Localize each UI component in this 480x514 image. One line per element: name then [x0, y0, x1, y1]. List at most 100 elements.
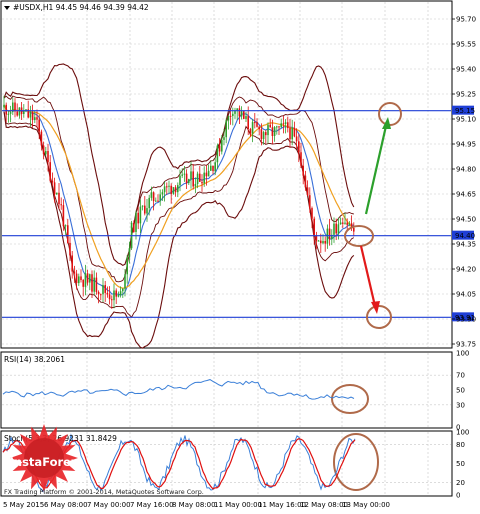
- candle-body: [102, 284, 104, 295]
- candle-body: [276, 126, 278, 128]
- candle-body: [194, 183, 197, 187]
- candle-body: [104, 284, 106, 293]
- candle-body: [168, 185, 170, 187]
- candle-body: [67, 225, 69, 243]
- candle-body: [144, 205, 146, 214]
- candle-body: [199, 173, 201, 182]
- candle-body: [322, 241, 324, 244]
- candle-body: [95, 277, 98, 292]
- candle-body: [93, 277, 95, 292]
- candle-body: [181, 174, 183, 176]
- candle-body: [84, 273, 87, 287]
- candle-body: [240, 111, 243, 117]
- candle-body: [346, 222, 348, 225]
- candle-body: [342, 222, 344, 224]
- candle-body: [304, 175, 307, 188]
- candle-body: [179, 175, 181, 186]
- price-tick-label: 94.50: [456, 216, 476, 224]
- chart-window[interactable]: 95.15 94.40 93.91 95.70 95.55 95.40 95.25 95.1…: [0, 0, 480, 510]
- candle-body: [302, 165, 304, 176]
- rsi-tick-label: 70: [456, 372, 465, 380]
- logo-text: InstaForex: [10, 455, 79, 469]
- rsi-tick-label: 100: [456, 350, 469, 358]
- candle-body: [271, 127, 274, 137]
- candle-body: [309, 195, 311, 209]
- candle-body: [293, 127, 296, 137]
- candle-body: [139, 206, 142, 224]
- time-label: 7 May 00:00: [87, 501, 131, 509]
- time-label: 11 May 00:00: [214, 501, 262, 509]
- candle-body: [254, 122, 256, 124]
- candle-body: [229, 115, 232, 117]
- candle-body: [260, 129, 263, 140]
- candle-body: [287, 122, 289, 129]
- time-label: 13 May 00:00: [342, 501, 390, 509]
- candle-body: [51, 180, 54, 183]
- main-panel-frame[interactable]: [0, 0, 453, 349]
- candle-body: [320, 240, 322, 244]
- candle-body: [124, 274, 126, 289]
- stoch-tick-label: 50: [456, 460, 465, 468]
- candle-body: [115, 290, 117, 297]
- candle-body: [71, 255, 73, 272]
- rsi-tick-label: 50: [456, 387, 465, 395]
- candle-body: [150, 192, 153, 198]
- candle-body: [82, 279, 84, 287]
- candle-body: [353, 227, 355, 232]
- candle-body: [56, 192, 58, 195]
- candle-body: [256, 122, 258, 127]
- price-tick-label: 94.20: [456, 266, 476, 274]
- price-tick-label: 95.70: [456, 16, 476, 24]
- candle-body: [335, 223, 337, 234]
- time-label: 11 May 16:00: [258, 501, 306, 509]
- candle-body: [155, 200, 157, 202]
- candle-body: [152, 192, 155, 202]
- candle-body: [78, 276, 80, 284]
- candle-body: [227, 115, 230, 121]
- candle-body: [148, 197, 150, 209]
- platform-footer: FX Trading Platform © 2001-2014, MetaQuo…: [4, 488, 204, 496]
- symbol-header: #USDX,H1 94.45 94.46 94.39 94.42: [13, 3, 149, 12]
- candle-body: [53, 182, 56, 195]
- candle-body: [137, 212, 139, 224]
- candle-body: [166, 186, 168, 188]
- stoch-tick-label: 0: [456, 492, 460, 500]
- price-tick-label: 93.90: [456, 316, 476, 324]
- rsi-header: RSI(14) 38.2061: [4, 355, 65, 364]
- candle-body: [245, 116, 247, 119]
- candle-body: [339, 222, 342, 225]
- candle-body: [49, 162, 51, 181]
- candle-body: [269, 124, 271, 128]
- price-tick-label: 95.40: [456, 66, 476, 74]
- candle-body: [183, 173, 186, 175]
- candle-body: [157, 200, 159, 202]
- time-label: 8 May 08:00: [172, 501, 216, 509]
- candle-body: [306, 187, 309, 196]
- candle-body: [313, 218, 315, 236]
- candle-body: [161, 192, 164, 195]
- candle-body: [328, 228, 331, 240]
- candle-body: [232, 113, 234, 116]
- candle-body: [146, 208, 148, 214]
- candle-body: [282, 123, 285, 125]
- candle-body: [36, 117, 38, 120]
- candle-body: [97, 291, 100, 295]
- candle-body: [225, 120, 227, 138]
- time-label: 5 May 2015: [3, 501, 44, 509]
- candle-body: [284, 122, 287, 124]
- candle-body: [258, 126, 260, 130]
- candle-body: [34, 117, 36, 121]
- price-tick-label: 94.35: [456, 241, 476, 249]
- candle-body: [47, 151, 49, 163]
- candle-body: [170, 185, 172, 194]
- candle-body: [126, 257, 128, 275]
- rsi-panel-frame[interactable]: [0, 351, 453, 429]
- candle-body: [214, 162, 216, 171]
- candle-body: [3, 104, 5, 108]
- candle-body: [29, 112, 32, 118]
- candle-body: [159, 194, 161, 201]
- candle-body: [106, 292, 109, 295]
- candle-body: [100, 294, 102, 296]
- candle-body: [7, 113, 10, 115]
- candle-body: [75, 273, 78, 284]
